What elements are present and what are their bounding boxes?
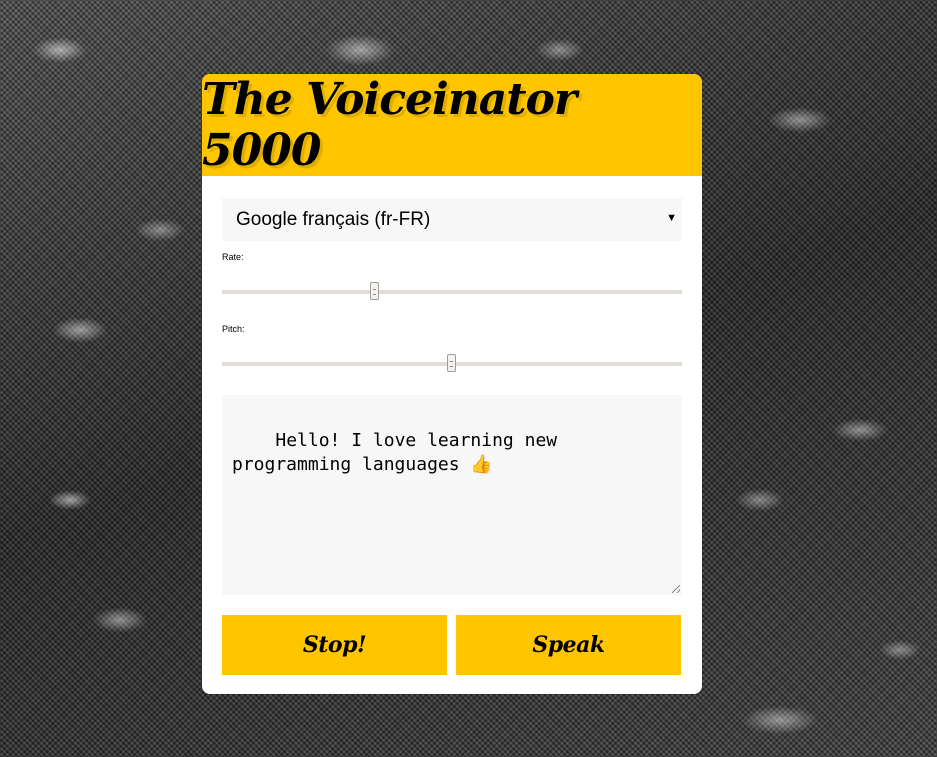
message-text: Hello! I love learning new programming l…	[232, 430, 568, 475]
rate-slider-track	[222, 290, 682, 294]
pitch-slider-thumb[interactable]	[447, 354, 456, 372]
resize-grip-icon[interactable]	[672, 585, 680, 593]
message-textarea[interactable]: Hello! I love learning new programming l…	[222, 395, 682, 595]
title-bar: The Voiceinator 5000	[202, 74, 702, 176]
voice-select[interactable]: Google français (fr-FR) ▼	[222, 198, 682, 241]
app-title: The Voiceinator 5000	[202, 74, 577, 176]
speak-button[interactable]: Speak	[456, 615, 681, 675]
voiceinator-panel: The Voiceinator 5000 Google français (fr…	[202, 74, 702, 694]
rate-slider[interactable]	[222, 282, 682, 302]
dropdown-arrow-icon: ▼	[666, 212, 677, 224]
stop-button[interactable]: Stop!	[222, 615, 447, 675]
pitch-slider[interactable]	[222, 354, 682, 374]
rate-slider-thumb[interactable]	[370, 282, 380, 300]
voice-select-value: Google français (fr-FR)	[236, 208, 431, 230]
rate-label: Rate:	[222, 252, 244, 262]
pitch-label: Pitch:	[222, 324, 245, 334]
